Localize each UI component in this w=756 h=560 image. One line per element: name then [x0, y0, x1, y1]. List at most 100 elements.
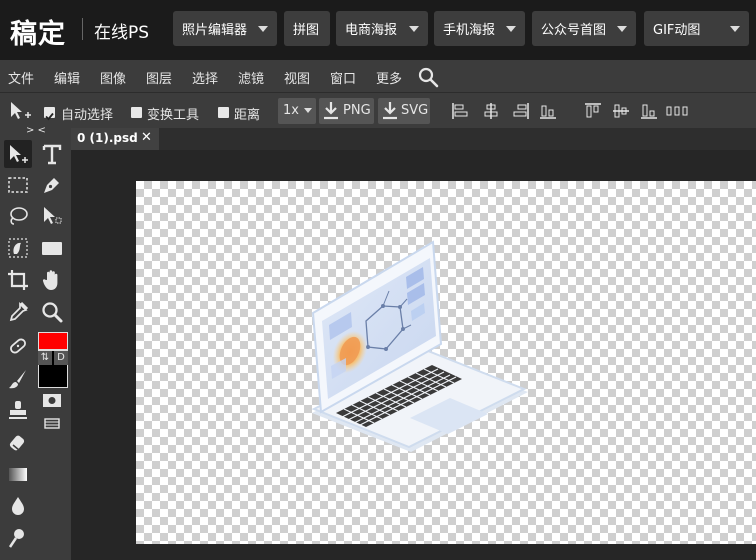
export-png-button[interactable]: PNG [319, 98, 374, 124]
caret-down-icon [409, 26, 419, 32]
nav-wechat-cover[interactable]: 公众号首图 [532, 11, 636, 46]
menu-layer[interactable]: 图层 [146, 68, 172, 87]
align-right-icon[interactable] [512, 102, 530, 120]
foreground-color-swatch[interactable] [38, 332, 68, 350]
transform-tools-checkbox[interactable] [131, 107, 142, 118]
app-subtitle: 在线PS [94, 23, 150, 43]
transform-tools-label: 变换工具 [147, 108, 200, 123]
bandage-icon [10, 338, 26, 354]
menu-window[interactable]: 窗口 [330, 68, 356, 87]
align-bottom-edge-icon[interactable] [640, 102, 658, 120]
options-bar: 自动选择 变换工具 距离 1x PNG SVG [0, 92, 756, 128]
document-canvas[interactable] [136, 181, 756, 544]
text-tool-icon [42, 144, 62, 165]
nav-label: 拼图 [293, 23, 320, 38]
shape-tool-button[interactable] [38, 234, 66, 262]
menu-file[interactable]: 文件 [8, 68, 34, 87]
menu-filter[interactable]: 滤镜 [238, 68, 264, 87]
move-tool-button[interactable] [4, 140, 32, 168]
align-left-icon[interactable] [451, 102, 469, 120]
download-icon [324, 102, 338, 120]
nav-label: GIF动图 [653, 23, 701, 38]
top-bar: 稿定 在线PS 照片编辑器 拼图 电商海报 手机海报 公众号首图 GIF动图 [0, 0, 756, 60]
nav-label: 手机海报 [443, 23, 496, 38]
crop-tool-button[interactable] [4, 266, 32, 294]
caret-down-icon [506, 26, 516, 32]
align-top-icon[interactable] [584, 102, 602, 120]
menu-more[interactable]: 更多 [376, 68, 402, 87]
dodge-tool-button[interactable] [4, 524, 32, 552]
distribute-horizontal-icon[interactable] [666, 102, 688, 120]
crop-icon [8, 270, 28, 290]
hand-tool-button[interactable] [38, 266, 66, 294]
zoom-select[interactable]: 1x [278, 98, 316, 124]
stamp-tool-button[interactable] [4, 396, 32, 424]
search-icon[interactable] [417, 66, 439, 88]
menu-view[interactable]: 视图 [284, 68, 310, 87]
healing-tool-button[interactable] [4, 332, 32, 360]
lasso-tool-button[interactable] [4, 202, 32, 230]
collapse-toggle[interactable]: > < [26, 125, 46, 136]
hand-icon [42, 270, 58, 290]
blur-tool-button[interactable] [4, 492, 32, 520]
check-icon [45, 112, 54, 121]
quick-select-tool-button[interactable] [4, 234, 32, 262]
swap-colors-button[interactable]: ⇅ [38, 351, 52, 365]
swap-icon: ⇅ [40, 352, 50, 363]
align-bottom-icon[interactable] [539, 102, 557, 120]
lasso-icon [10, 207, 28, 225]
distance-checkbox[interactable] [218, 107, 229, 118]
nav-label: 电商海报 [345, 23, 398, 38]
nav-ecommerce-poster[interactable]: 电商海报 [336, 11, 428, 46]
nav-photo-editor[interactable]: 照片编辑器 [173, 11, 277, 46]
app-logo[interactable]: 稿定 [10, 12, 66, 51]
menu-select[interactable]: 选择 [192, 68, 218, 87]
caret-down-icon [304, 108, 312, 113]
nav-gif[interactable]: GIF动图 [644, 11, 749, 46]
download-icon [383, 102, 397, 120]
distance-label: 距离 [234, 108, 261, 123]
gradient-tool-button[interactable] [4, 460, 32, 488]
nav-label: 公众号首图 [541, 23, 607, 38]
marquee-tool-button[interactable] [4, 171, 32, 199]
close-icon[interactable]: ✕ [141, 130, 152, 145]
default-colors-button[interactable]: D [54, 351, 68, 365]
align-center-h-icon[interactable] [482, 102, 500, 120]
brush-icon [9, 370, 26, 389]
laptop-illustration [311, 240, 528, 452]
menu-bar: 文件 编辑 图像 图层 选择 滤镜 视图 窗口 更多 [0, 60, 756, 92]
rectangle-shape-icon [42, 242, 62, 255]
nav-collage[interactable]: 拼图 [284, 11, 330, 46]
export-svg-button[interactable]: SVG [378, 98, 430, 124]
text-tool-button[interactable] [38, 140, 66, 168]
water-drop-icon [12, 497, 24, 515]
nav-label: 照片编辑器 [182, 23, 248, 38]
zoom-tool-button[interactable] [38, 298, 66, 326]
align-middle-v-icon[interactable] [612, 102, 630, 120]
document-tab-title: 0 (1).psd [77, 131, 138, 145]
direct-select-tool-button[interactable] [38, 202, 66, 230]
eraser-tool-button[interactable] [4, 428, 32, 456]
rect-select-icon [8, 177, 28, 193]
tools-panel: > < ⇅ D [0, 125, 71, 560]
menu-edit[interactable]: 编辑 [54, 68, 80, 87]
nav-mobile-poster[interactable]: 手机海报 [434, 11, 525, 46]
document-tab[interactable]: 0 (1).psd ✕ [71, 128, 159, 150]
pen-tool-button[interactable] [38, 171, 66, 199]
gradient-icon [9, 468, 27, 481]
png-label: PNG [343, 103, 371, 118]
screen-mode-icon [44, 418, 60, 429]
caret-down-icon [617, 26, 627, 32]
dodge-icon [8, 529, 24, 548]
magnifier-icon [42, 302, 63, 323]
screen-mode-button[interactable] [38, 409, 66, 437]
auto-select-checkbox[interactable] [44, 107, 55, 121]
eyedropper-tool-button[interactable] [4, 298, 32, 326]
move-tool-icon [10, 145, 28, 163]
menu-image[interactable]: 图像 [100, 68, 126, 87]
brush-tool-button[interactable] [4, 365, 32, 393]
eraser-icon [9, 435, 25, 451]
caret-down-icon [258, 26, 268, 32]
document-tab-strip: 0 (1).psd ✕ [71, 128, 756, 150]
caret-down-icon [730, 26, 740, 32]
